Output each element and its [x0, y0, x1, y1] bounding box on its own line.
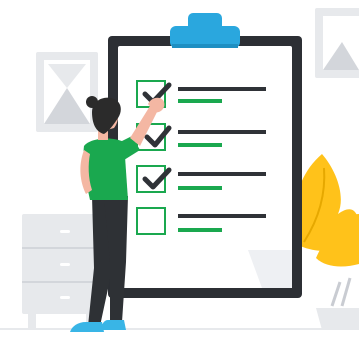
background-picture-frame-left	[36, 52, 98, 132]
plant-stand	[316, 277, 359, 330]
background-picture-frame-right	[315, 8, 359, 78]
shoe-icon	[100, 320, 126, 330]
plant-leaves	[294, 154, 359, 267]
background-dresser	[22, 214, 100, 328]
floor-line	[0, 328, 359, 330]
clipboard-clip-icon	[170, 13, 240, 48]
shoe-icon	[70, 322, 104, 332]
illustration-svg	[0, 8, 359, 332]
checklist-illustration	[0, 0, 359, 338]
